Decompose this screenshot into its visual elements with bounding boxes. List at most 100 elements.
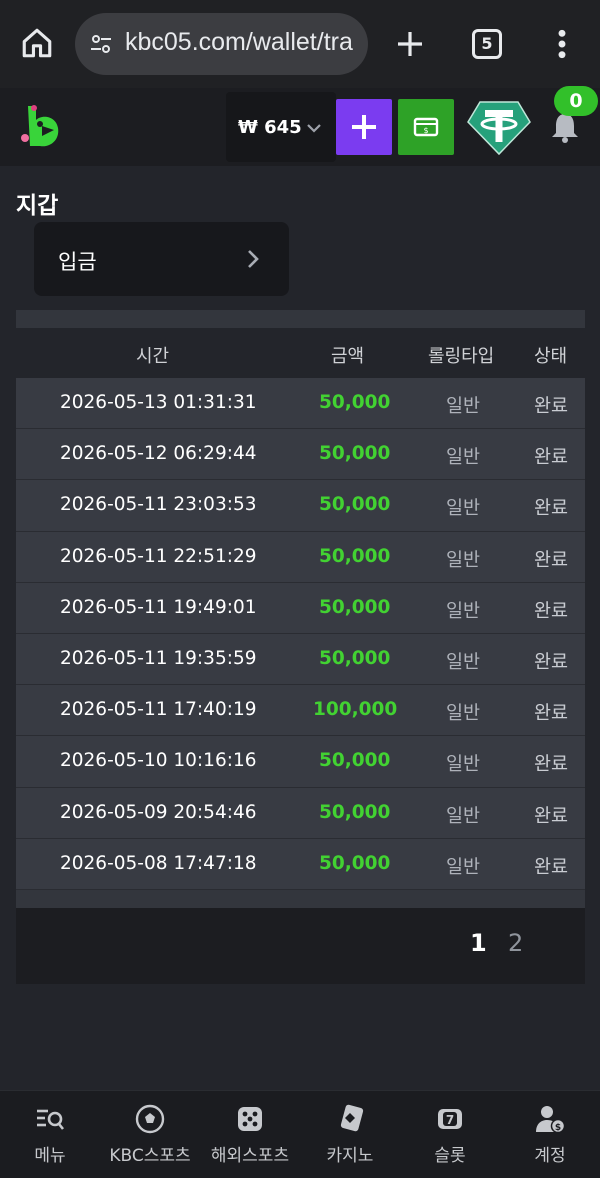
row-amount: 100,000 <box>313 699 398 721</box>
nav-casino[interactable]: 카지노 <box>300 1091 400 1178</box>
row-status: 완료 <box>534 600 569 622</box>
transactions-table: 시간 금액 롤링타입 상태 2026-05-13 01:31:31 50,000 일… <box>16 310 585 984</box>
balance-amount: ₩ 645 <box>238 117 302 138</box>
header-amount: 금액 <box>331 346 365 367</box>
nav-kbc-sports-label: KBC스포츠 <box>109 1146 191 1166</box>
table-row: 2026-05-11 23:03:53 50,000 일반 완료 <box>16 480 585 532</box>
row-status: 완료 <box>534 856 569 878</box>
site-settings-icon[interactable] <box>89 32 113 56</box>
nav-casino-label: 카지노 <box>326 1146 374 1166</box>
row-time: 2026-05-13 01:31:31 <box>60 392 257 413</box>
page-1-link[interactable]: 1 <box>470 929 487 957</box>
row-amount: 50,000 <box>319 852 391 874</box>
account-icon: $ <box>536 1106 566 1134</box>
tether-icon[interactable] <box>466 94 532 160</box>
bottom-navigation: 메뉴 KBC스포츠 해외스포츠 카지노 7 슬롯 $ 계정 <box>0 1090 600 1178</box>
nav-account-label: 계정 <box>534 1146 566 1166</box>
new-tab-icon[interactable] <box>394 28 426 60</box>
svg-text:$: $ <box>555 1123 561 1133</box>
row-status: 완료 <box>534 498 569 520</box>
row-time: 2026-05-11 22:51:29 <box>60 545 257 567</box>
nav-kbc-sports[interactable]: KBC스포츠 <box>100 1091 200 1178</box>
nav-overseas-sports-label: 해외스포츠 <box>210 1146 290 1166</box>
header-time: 시간 <box>136 346 170 367</box>
row-status: 완료 <box>534 754 569 776</box>
plus-icon <box>352 115 376 139</box>
card-icon <box>340 1104 364 1132</box>
more-options-icon[interactable] <box>556 28 568 60</box>
row-amount: 50,000 <box>319 545 391 567</box>
header-status: 상태 <box>534 346 568 367</box>
site-header: ₩ 645 $ <box>0 88 600 166</box>
nav-menu[interactable]: 메뉴 <box>0 1091 100 1178</box>
row-status: 완료 <box>534 447 569 469</box>
table-bottom-bar <box>16 889 585 908</box>
slot-seven-icon: 7 <box>438 1109 462 1129</box>
row-rolling-type: 일반 <box>446 600 481 622</box>
row-time: 2026-05-10 10:16:16 <box>60 750 257 772</box>
row-rolling-type: 일반 <box>446 754 481 776</box>
add-funds-button[interactable] <box>336 99 392 155</box>
page-2-link[interactable]: 2 <box>508 929 523 957</box>
table-top-bar <box>16 310 585 328</box>
table-row: 2026-05-11 19:49:01 50,000 일반 완료 <box>16 582 585 634</box>
deposit-button[interactable]: 입금 <box>34 222 289 296</box>
pagination: 1 2 <box>16 907 585 984</box>
row-rolling-type: 일반 <box>446 856 481 878</box>
row-time: 2026-05-11 23:03:53 <box>60 494 257 516</box>
row-amount: 50,000 <box>319 801 391 823</box>
row-time: 2026-05-11 17:40:19 <box>60 699 257 721</box>
table-row: 2026-05-11 19:35:59 50,000 일반 완료 <box>16 633 585 686</box>
row-amount: 50,000 <box>319 443 391 465</box>
row-status: 완료 <box>534 651 569 673</box>
chevron-right-icon <box>248 250 259 268</box>
site-logo[interactable] <box>16 100 68 152</box>
url-text[interactable]: kbc05.com/wallet/tra <box>125 28 361 57</box>
soccer-ball-icon <box>135 1104 165 1134</box>
balance-dropdown[interactable]: ₩ 645 <box>226 92 336 162</box>
row-time: 2026-05-11 19:49:01 <box>60 596 257 618</box>
row-rolling-type: 일반 <box>446 549 481 571</box>
table-row: 2026-05-11 17:40:19 100,000 일반 완료 <box>16 685 585 737</box>
row-rolling-type: 일반 <box>446 498 481 520</box>
nav-slots[interactable]: 7 슬롯 <box>400 1091 500 1178</box>
cash-button[interactable]: $ <box>398 99 454 155</box>
row-amount: 50,000 <box>319 494 391 516</box>
row-rolling-type: 일반 <box>446 805 481 827</box>
table-row: 2026-05-13 01:31:31 50,000 일반 완료 <box>16 378 585 430</box>
row-rolling-type: 일반 <box>446 396 481 417</box>
table-row: 2026-05-10 10:16:16 50,000 일반 완료 <box>16 736 585 788</box>
row-amount: 50,000 <box>319 392 391 413</box>
row-time: 2026-05-12 06:29:44 <box>60 443 257 465</box>
home-icon[interactable] <box>20 26 54 60</box>
notification-badge: 0 <box>554 86 598 116</box>
svg-text:$: $ <box>423 126 428 135</box>
nav-account[interactable]: $ 계정 <box>500 1091 600 1178</box>
row-status: 완료 <box>534 703 569 725</box>
table-row: 2026-05-08 17:47:18 50,000 일반 완료 <box>16 838 585 890</box>
cash-register-icon: $ <box>413 117 439 137</box>
row-status: 완료 <box>534 805 569 827</box>
table-row: 2026-05-12 06:29:44 50,000 일반 완료 <box>16 429 585 481</box>
chevron-down-icon <box>307 124 321 133</box>
row-status: 완료 <box>534 549 569 571</box>
deposit-label: 입금 <box>58 250 97 274</box>
row-status: 완료 <box>534 396 569 417</box>
row-time: 2026-05-11 19:35:59 <box>60 647 257 669</box>
table-row: 2026-05-09 20:54:46 50,000 일반 완료 <box>16 787 585 839</box>
nav-menu-label: 메뉴 <box>34 1146 66 1166</box>
menu-search-icon <box>37 1109 65 1130</box>
row-amount: 50,000 <box>319 596 391 618</box>
row-time: 2026-05-09 20:54:46 <box>60 801 257 823</box>
row-amount: 50,000 <box>319 750 391 772</box>
dice-icon <box>238 1107 262 1131</box>
tab-switcher-button[interactable]: 5 <box>472 29 502 59</box>
nav-overseas-sports[interactable]: 해외스포츠 <box>200 1091 300 1178</box>
header-rolling-type: 롤링타입 <box>428 346 495 367</box>
page-title: 지갑 <box>16 193 59 219</box>
address-bar[interactable]: kbc05.com/wallet/tra <box>75 13 368 75</box>
table-header: 시간 금액 롤링타입 상태 <box>16 328 585 378</box>
row-time: 2026-05-08 17:47:18 <box>60 852 257 874</box>
row-rolling-type: 일반 <box>446 703 481 725</box>
svg-text:7: 7 <box>446 1113 454 1127</box>
